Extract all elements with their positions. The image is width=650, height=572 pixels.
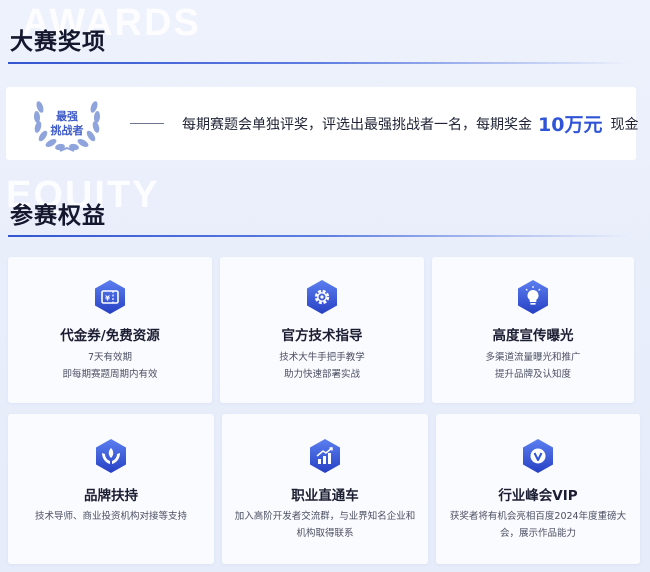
laurel-badge-icon: 最强 挑战者 xyxy=(33,101,101,152)
benefit-card-brand-support: 品牌扶持 技术导师、商业投资机构对接等支持 xyxy=(8,414,214,564)
voucher-icon: ¥ xyxy=(95,280,125,314)
card-description: 技术大牛手把手教学 助力快速部署实战 xyxy=(220,349,424,383)
benefit-card-tech-guidance: 官方技术指导 技术大牛手把手教学 助力快速部署实战 xyxy=(220,257,424,403)
card-description: 7天有效期 即每期赛题周期内有效 xyxy=(8,349,212,383)
awards-section-title: 大赛奖项 xyxy=(10,29,106,55)
award-amount: 10万元 xyxy=(538,114,603,136)
equity-section-title: 参赛权益 xyxy=(10,203,106,229)
award-description: 每期赛题会单独评奖，评选出最强挑战者一名，每期奖金 xyxy=(182,116,532,133)
badge-text-line1: 最强 xyxy=(56,110,78,123)
card-desc-line: 提升品牌及认知度 xyxy=(494,369,571,380)
card-description: 多渠道流量曝光和推广 提升品牌及认知度 xyxy=(432,349,634,383)
card-title: 代金券/免费资源 xyxy=(60,328,160,344)
svg-text:¥: ¥ xyxy=(105,295,110,303)
card-desc-line: 加入高阶开发者交流群，与业界知名企业和 xyxy=(234,511,416,522)
card-desc-line: 机构取得联系 xyxy=(296,528,354,539)
awards-title-underline xyxy=(8,62,630,64)
benefit-card-voucher: ¥ 代金券/免费资源 7天有效期 即每期赛题周期内有效 xyxy=(8,257,212,403)
vip-badge-icon xyxy=(523,439,553,473)
card-desc-line: 多渠道流量曝光和推广 xyxy=(485,352,581,363)
growth-chart-icon xyxy=(310,439,340,473)
card-description: 技术导师、商业投资机构对接等支持 xyxy=(8,508,214,525)
card-description: 获奖者将有机会亮相百度2024年度重磅大 会，展示作品能力 xyxy=(436,508,640,542)
card-desc-line: 助力快速部署实战 xyxy=(283,369,360,380)
card-title: 官方技术指导 xyxy=(281,328,363,344)
card-title: 品牌扶持 xyxy=(84,488,138,504)
card-desc-line: 会，展示作品能力 xyxy=(499,528,576,539)
lightbulb-icon xyxy=(518,280,548,314)
benefit-card-summit-vip: 行业峰会VIP 获奖者将有机会亮相百度2024年度重磅大 会，展示作品能力 xyxy=(436,414,640,564)
badge-text-line2: 挑战者 xyxy=(51,123,84,137)
award-description-row: 每期赛题会单独评奖，评选出最强挑战者一名，每期奖金 10万元 现金 xyxy=(182,87,638,160)
card-desc-line: 获奖者将有机会亮相百度2024年度重磅大 xyxy=(449,511,627,522)
card-desc-line: 7天有效期 xyxy=(87,352,133,363)
gear-icon xyxy=(307,280,337,314)
benefit-card-exposure: 高度宣传曝光 多渠道流量曝光和推广 提升品牌及认知度 xyxy=(432,257,634,403)
card-title: 职业直通车 xyxy=(291,488,359,504)
card-description: 加入高阶开发者交流群，与业界知名企业和 机构取得联系 xyxy=(222,508,428,542)
equity-title-underline xyxy=(8,235,630,237)
card-title: 高度宣传曝光 xyxy=(492,328,574,344)
card-title: 行业峰会VIP xyxy=(498,488,578,504)
benefit-card-career: 职业直通车 加入高阶开发者交流群，与业界知名企业和 机构取得联系 xyxy=(222,414,428,564)
card-desc-line: 技术大牛手把手教学 xyxy=(279,352,365,363)
award-banner: 最强 挑战者 每期赛题会单独评奖，评选出最强挑战者一名，每期奖金 10万元 现金 xyxy=(6,87,638,160)
award-suffix: 现金 xyxy=(610,116,639,133)
hands-support-icon xyxy=(96,439,126,473)
card-desc-line: 即每期赛题周期内有效 xyxy=(62,369,158,380)
card-desc-line: 技术导师、商业投资机构对接等支持 xyxy=(34,511,187,522)
banner-divider xyxy=(130,123,164,124)
